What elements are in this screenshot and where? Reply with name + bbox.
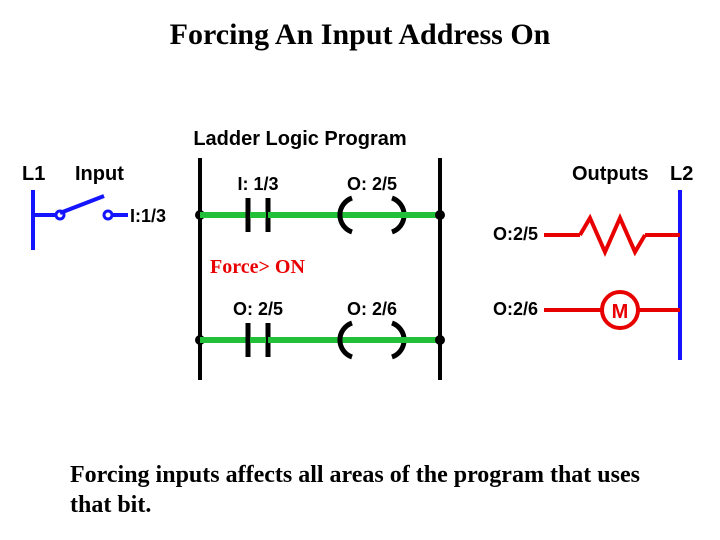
pb-terminal-right: [104, 211, 112, 219]
output-2: O:2/6 M: [493, 292, 680, 328]
pb-actuator: [60, 196, 104, 213]
output-1: O:2/5: [493, 218, 680, 252]
rung2-contact-addr: O: 2/5: [233, 299, 283, 319]
input-address: I:1/3: [130, 206, 166, 226]
l1-label: L1: [22, 163, 45, 185]
diagram: L1 Input I:1/3 Ladder Logic Program I: 1…: [0, 0, 720, 540]
rung1-coil-addr: O: 2/5: [347, 174, 397, 194]
rung2-coil-addr: O: 2/6: [347, 299, 397, 319]
rung1-contact-addr: I: 1/3: [237, 174, 278, 194]
l2-label: L2: [670, 163, 693, 185]
rung-1: I: 1/3 O: 2/5: [195, 174, 445, 232]
motor-letter: M: [612, 301, 629, 323]
out1-addr: O:2/5: [493, 224, 538, 244]
heater-icon: [580, 218, 645, 252]
input-label: Input: [75, 163, 124, 185]
out2-addr: O:2/6: [493, 299, 538, 319]
rung-2: O: 2/5 O: 2/6: [195, 299, 445, 357]
ladder-title: Ladder Logic Program: [193, 128, 406, 150]
outputs-label: Outputs: [572, 163, 649, 185]
